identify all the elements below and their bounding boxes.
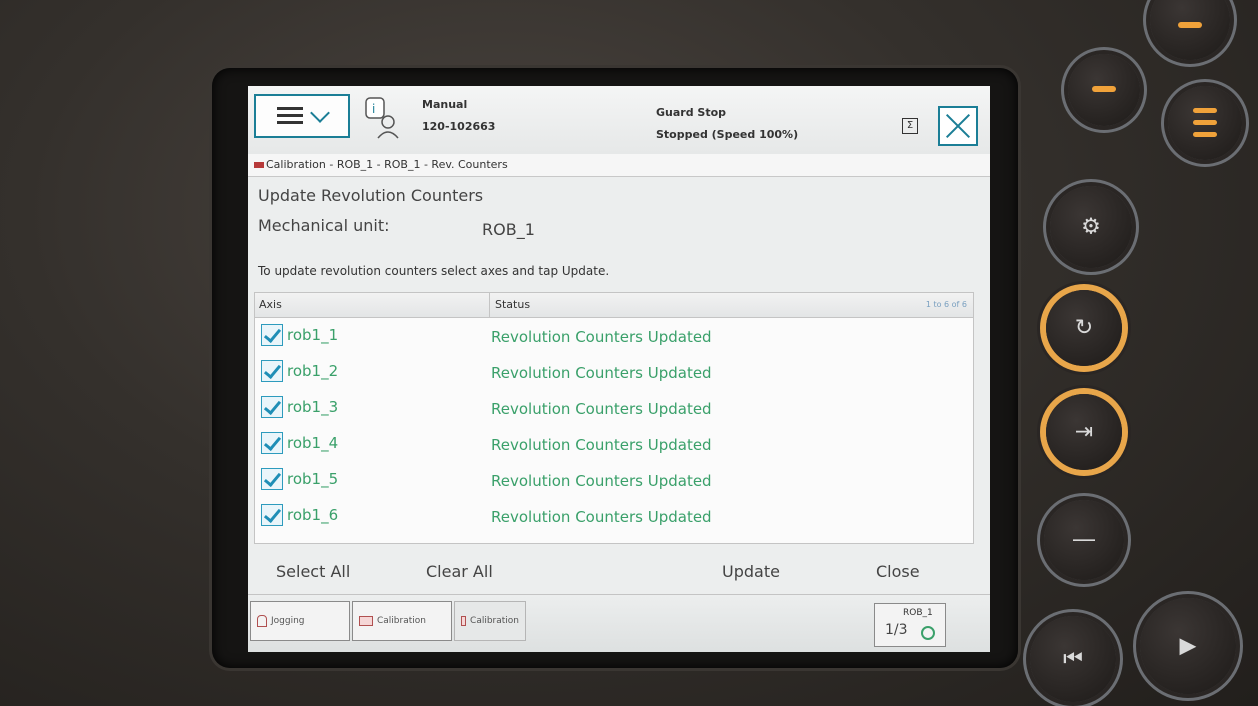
mechanical-unit-label: Mechanical unit:	[258, 216, 390, 235]
axis-name: rob1_5	[287, 470, 339, 488]
hardware-key-3[interactable]	[1168, 86, 1242, 160]
select-all-button[interactable]: Select All	[276, 562, 350, 581]
dash-icon: ―	[1073, 527, 1095, 553]
axis-status: Revolution Counters Updated	[491, 436, 712, 454]
mechanical-unit-value: ROB_1	[482, 220, 535, 239]
reorient-icon: ↻	[1074, 315, 1094, 341]
chevron-down-icon	[310, 103, 330, 123]
axis-name: rob1_4	[287, 434, 339, 452]
operating-mode: Manual	[422, 98, 468, 111]
safety-state: Guard Stop	[656, 106, 727, 119]
axis-name: rob1_2	[287, 362, 339, 380]
column-header-axis[interactable]: Axis	[259, 298, 282, 311]
axis-name: rob1_1	[287, 326, 339, 344]
jogging-icon	[257, 615, 267, 627]
hardware-key-2[interactable]	[1068, 54, 1140, 126]
status-header: i Manual 120-102663 Guard Stop Stopped (…	[248, 86, 990, 155]
axis-checkbox[interactable]	[261, 396, 283, 418]
axis-checkbox[interactable]	[261, 504, 283, 526]
start-key[interactable]: ▶	[1140, 598, 1236, 694]
axis-checkbox[interactable]	[261, 360, 283, 382]
hardware-key-dash[interactable]: ―	[1044, 500, 1124, 580]
robot-fraction: 1/3	[885, 622, 908, 638]
controller-id: 120-102663	[422, 120, 496, 133]
play-icon: ▶	[1179, 633, 1197, 659]
touch-screen: i Manual 120-102663 Guard Stop Stopped (…	[248, 86, 990, 652]
task-label: Calibration	[377, 616, 426, 626]
increment-key[interactable]: ⇥	[1046, 394, 1122, 470]
axis-checkbox[interactable]	[261, 432, 283, 454]
step-backward-key[interactable]: ⏮	[1030, 616, 1116, 702]
clear-all-button[interactable]: Clear All	[426, 562, 493, 581]
calibration-icon	[359, 616, 373, 626]
quickset-icon[interactable]: Σ	[902, 118, 918, 134]
instruction-text: To update revolution counters select axe…	[258, 264, 610, 278]
main-menu-button[interactable]	[254, 94, 350, 138]
breadcrumb: Calibration - ROB_1 - ROB_1 - Rev. Count…	[248, 154, 990, 177]
mechanical-unit-key[interactable]: ⚙	[1050, 186, 1132, 268]
axis-status: Revolution Counters Updated	[491, 328, 712, 346]
axis-checkbox[interactable]	[261, 324, 283, 346]
axis-name: rob1_6	[287, 506, 339, 524]
increment-icon: ⇥	[1074, 419, 1094, 445]
axis-checkbox[interactable]	[261, 468, 283, 490]
axis-status: Revolution Counters Updated	[491, 508, 712, 526]
step-back-icon: ⏮	[1063, 646, 1083, 672]
page-title: Update Revolution Counters	[258, 186, 484, 205]
robot-state-icon	[921, 626, 935, 640]
axis-status: Revolution Counters Updated	[491, 472, 712, 490]
task-calibration-2[interactable]: Calibration	[454, 601, 526, 641]
axis-table: Axis Status 1 to 6 of 6 rob1_1 Revolutio…	[254, 292, 974, 544]
column-header-status[interactable]: Status	[495, 298, 530, 311]
table-header: Axis Status 1 to 6 of 6	[255, 293, 973, 318]
robot-name: ROB_1	[903, 608, 933, 618]
axis-name: rob1_3	[287, 398, 339, 416]
table-row[interactable]: rob1_3 Revolution Counters Updated	[255, 390, 973, 426]
close-window-button[interactable]	[938, 106, 978, 146]
breadcrumb-text: Calibration - ROB_1 - ROB_1 - Rev. Count…	[266, 158, 508, 171]
hamburger-icon	[277, 107, 303, 125]
robot-arm-icon: ⚙	[1081, 214, 1101, 240]
table-row[interactable]: rob1_1 Revolution Counters Updated	[255, 318, 973, 354]
axis-status: Revolution Counters Updated	[491, 364, 712, 382]
motion-mode-key[interactable]: ↻	[1046, 290, 1122, 366]
task-label: Jogging	[271, 616, 305, 626]
svg-text:i: i	[372, 102, 375, 116]
robot-status-button[interactable]: ROB_1 1/3	[874, 603, 946, 647]
flexpendant-device: i Manual 120-102663 Guard Stop Stopped (…	[0, 0, 1258, 706]
table-row[interactable]: rob1_2 Revolution Counters Updated	[255, 354, 973, 390]
task-label: Calibration	[470, 616, 519, 626]
table-pager: 1 to 6 of 6	[925, 300, 967, 309]
action-bar: Select All Clear All Update Close	[248, 548, 990, 594]
table-row[interactable]: rob1_5 Revolution Counters Updated	[255, 462, 973, 498]
task-calibration-1[interactable]: Calibration	[352, 601, 452, 641]
update-button[interactable]: Update	[722, 562, 780, 581]
run-state: Stopped (Speed 100%)	[656, 128, 799, 141]
calibration-icon	[254, 162, 264, 168]
task-jogging[interactable]: Jogging	[250, 601, 350, 641]
hardware-key-1[interactable]	[1150, 0, 1230, 60]
table-row[interactable]: rob1_4 Revolution Counters Updated	[255, 426, 973, 462]
column-divider	[489, 293, 490, 317]
event-log-icon[interactable]: i	[364, 96, 400, 140]
table-row[interactable]: rob1_6 Revolution Counters Updated	[255, 498, 973, 534]
taskbar: Jogging Calibration Calibration ROB_1 1/…	[248, 594, 990, 652]
axis-status: Revolution Counters Updated	[491, 400, 712, 418]
calibration-icon	[461, 616, 467, 626]
close-button[interactable]: Close	[876, 562, 920, 581]
